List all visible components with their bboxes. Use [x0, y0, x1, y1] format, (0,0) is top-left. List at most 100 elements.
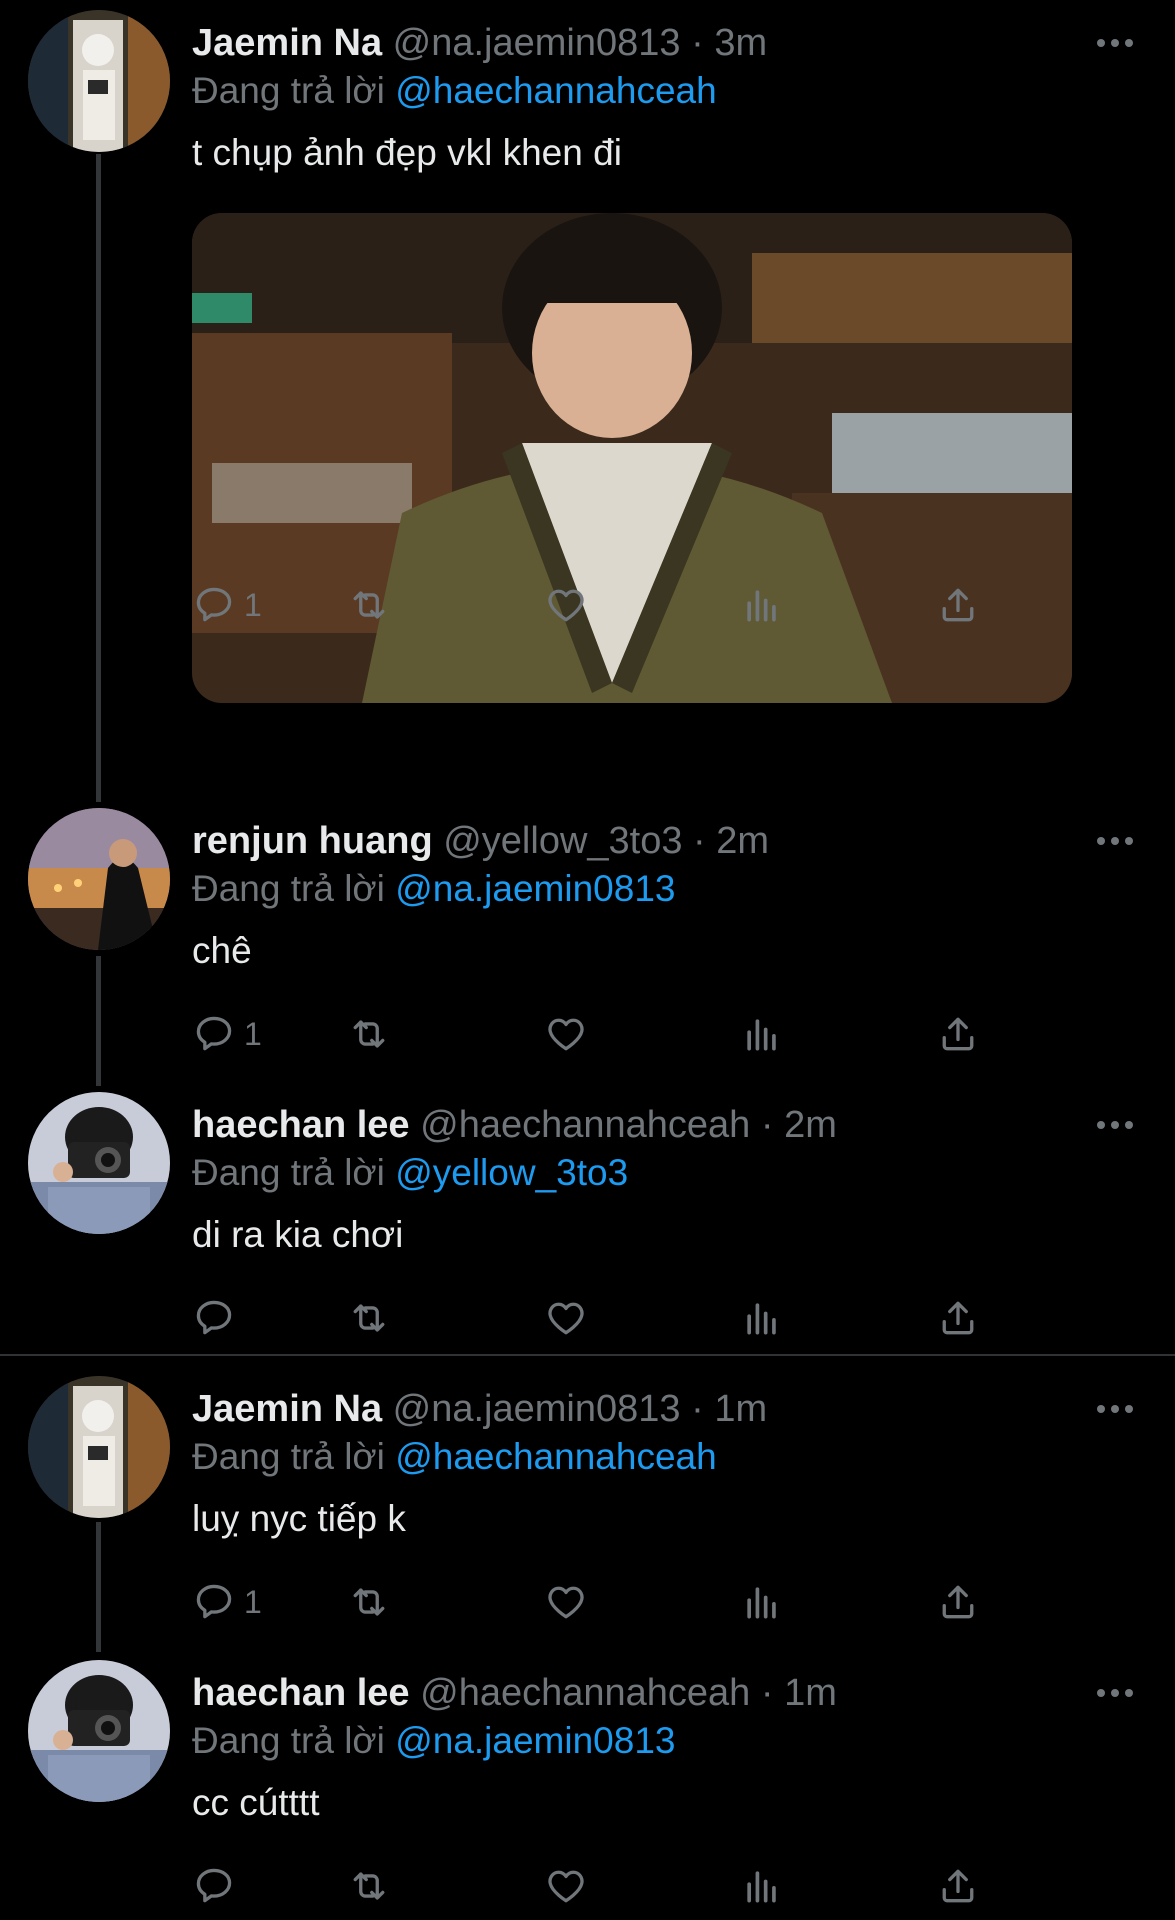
share-icon [942, 1585, 974, 1619]
tweet-header: Jaemin Na @na.jaemin0813 · 3m [192, 22, 767, 65]
share-button[interactable] [936, 575, 980, 635]
analytics-icon [747, 1303, 776, 1335]
user-handle[interactable]: @na.jaemin0813 [393, 1388, 681, 1430]
replying-to: Đang trả lời @yellow_3to3 [192, 1152, 628, 1194]
retweet-button[interactable] [347, 1004, 391, 1064]
more-icon[interactable] [1093, 1394, 1137, 1424]
reply-button[interactable]: 1 [192, 1572, 262, 1632]
analytics-icon [747, 1587, 776, 1619]
display-name[interactable]: renjun huang [192, 820, 433, 862]
analytics-icon [747, 1871, 776, 1903]
mention-link[interactable]: @na.jaemin0813 [395, 1720, 675, 1761]
more-icon[interactable] [1093, 1678, 1137, 1708]
reply-button[interactable] [192, 1288, 244, 1348]
replying-to: Đang trả lời @haechannahceah [192, 1436, 717, 1478]
tweet-header: renjun huang @yellow_3to3 · 2m [192, 820, 769, 863]
dot-separator: · [680, 1388, 715, 1430]
timestamp[interactable]: 2m [784, 1104, 837, 1146]
more-icon[interactable] [1093, 826, 1137, 856]
user-handle[interactable]: @yellow_3to3 [443, 820, 682, 862]
dot-separator: · [682, 820, 717, 862]
views-button[interactable] [740, 1004, 784, 1064]
like-button[interactable] [544, 575, 588, 635]
timestamp[interactable]: 2m [716, 820, 769, 862]
avatar[interactable] [28, 808, 170, 950]
avatar[interactable] [28, 1660, 170, 1802]
retweet-button[interactable] [347, 1856, 391, 1916]
tweet-actions [192, 1856, 1092, 1916]
share-button[interactable] [936, 1004, 980, 1064]
timestamp[interactable]: 1m [714, 1388, 767, 1430]
display-name[interactable]: Jaemin Na [192, 22, 382, 64]
tweet-header: Jaemin Na @na.jaemin0813 · 1m [192, 1388, 767, 1431]
reply-icon [196, 1300, 232, 1335]
mention-link[interactable]: @yellow_3to3 [395, 1152, 628, 1193]
share-button[interactable] [936, 1288, 980, 1348]
like-button[interactable] [544, 1856, 588, 1916]
tweet-actions: 1 [192, 1004, 1092, 1064]
reply-count: 1 [244, 1015, 262, 1052]
retweet-button[interactable] [347, 575, 391, 635]
user-handle[interactable]: @haechannahceah [420, 1104, 750, 1146]
share-button[interactable] [936, 1572, 980, 1632]
tweet[interactable]: renjun huang @yellow_3to3 · 2m Đang trả … [0, 808, 1175, 1068]
share-button[interactable] [936, 1856, 980, 1916]
tweet[interactable]: Jaemin Na @na.jaemin0813 · 3m Đang trả l… [0, 10, 1175, 790]
reply-icon [196, 1584, 232, 1619]
retweet-button[interactable] [347, 1572, 391, 1632]
heart-icon [548, 1586, 584, 1619]
reply-icon [196, 1868, 232, 1903]
display-name[interactable]: haechan lee [192, 1672, 410, 1714]
share-icon [942, 1017, 974, 1051]
display-name[interactable]: haechan lee [192, 1104, 410, 1146]
tweet[interactable]: Jaemin Na @na.jaemin0813 · 1m Đang trả l… [0, 1376, 1175, 1636]
like-button[interactable] [544, 1004, 588, 1064]
replying-label: Đang trả lời [192, 1152, 385, 1193]
dot-separator: · [680, 22, 715, 64]
tweet-header: haechan lee @haechannahceah · 1m [192, 1672, 837, 1715]
more-icon[interactable] [1093, 1110, 1137, 1140]
like-button[interactable] [544, 1288, 588, 1348]
mention-link[interactable]: @haechannahceah [395, 70, 717, 111]
replying-to: Đang trả lời @na.jaemin0813 [192, 1720, 676, 1762]
retweet-icon [353, 591, 385, 619]
views-button[interactable] [740, 1288, 784, 1348]
tweet-text: di ra kia chơi [192, 1214, 404, 1255]
tweet-actions: 1 [192, 1572, 1092, 1632]
retweet-icon [353, 1020, 385, 1048]
timestamp[interactable]: 1m [784, 1672, 837, 1714]
views-button[interactable] [740, 1572, 784, 1632]
more-icon[interactable] [1093, 28, 1137, 58]
reply-button[interactable]: 1 [192, 575, 262, 635]
replying-label: Đang trả lời [192, 1436, 385, 1477]
tweet-text: t chụp ảnh đẹp vkl khen đi [192, 132, 622, 173]
reply-icon [196, 1016, 232, 1051]
retweet-button[interactable] [347, 1288, 391, 1348]
views-button[interactable] [740, 1856, 784, 1916]
avatar[interactable] [28, 1092, 170, 1234]
tweet[interactable]: haechan lee @haechannahceah · 2m Đang tr… [0, 1092, 1175, 1352]
analytics-icon [747, 590, 776, 622]
reply-button[interactable] [192, 1856, 244, 1916]
tweet-text: cc cútttt [192, 1782, 320, 1823]
timestamp[interactable]: 3m [714, 22, 767, 64]
replying-label: Đang trả lời [192, 868, 385, 909]
mention-link[interactable]: @haechannahceah [395, 1436, 717, 1477]
tweet-actions [192, 1288, 1092, 1348]
avatar[interactable] [28, 1376, 170, 1518]
tweet[interactable]: haechan lee @haechannahceah · 1m Đang tr… [0, 1660, 1175, 1920]
retweet-icon [353, 1872, 385, 1900]
share-icon [942, 1869, 974, 1903]
like-button[interactable] [544, 1572, 588, 1632]
analytics-icon [747, 1019, 776, 1051]
user-handle[interactable]: @na.jaemin0813 [393, 22, 681, 64]
replying-label: Đang trả lời [192, 70, 385, 111]
reply-button[interactable]: 1 [192, 1004, 262, 1064]
views-button[interactable] [740, 575, 784, 635]
mention-link[interactable]: @na.jaemin0813 [395, 868, 675, 909]
user-handle[interactable]: @haechannahceah [420, 1672, 750, 1714]
heart-icon [548, 589, 584, 622]
avatar[interactable] [28, 10, 170, 152]
display-name[interactable]: Jaemin Na [192, 1388, 382, 1430]
retweet-icon [353, 1588, 385, 1616]
